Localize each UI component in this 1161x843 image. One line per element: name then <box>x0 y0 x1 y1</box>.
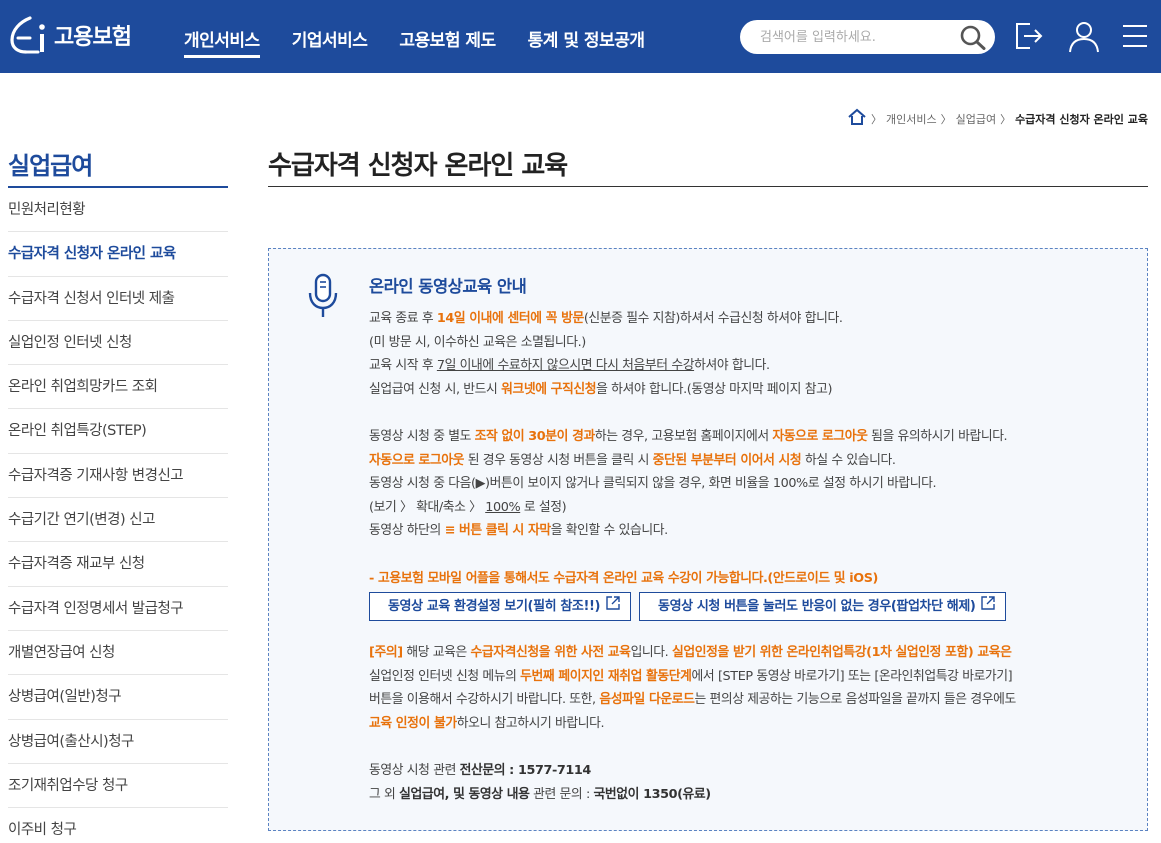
box-title: 온라인 동영상교육 안내 <box>369 277 527 296</box>
mobile-app-note: - 고용보험 모바일 어플을 통해서도 수급자격 온라인 교육 수강이 가능합니… <box>369 570 878 586</box>
logout-icon[interactable] <box>1013 20 1045 56</box>
page-title: 수급자격 신청자 온라인 교육 <box>268 151 568 181</box>
search-box <box>740 20 995 54</box>
sidebar-item-sickness-general[interactable]: 상병급여(일반)청구 <box>8 675 228 720</box>
sidebar-menu: 민원처리현황 수급자격 신청자 온라인 교육 수급자격 신청서 인터넷 제출 실… <box>8 188 228 843</box>
breadcrumb-separator: 〉 <box>870 112 882 126</box>
breadcrumb: 〉 개인서비스 〉 실업급여 〉 수급자격 신청자 온라인 교육 <box>847 108 1148 129</box>
env-settings-button[interactable]: 동영상 교육 환경설정 보기(필히 참조!!) <box>369 592 632 621</box>
sidebar-item-job-hope-card[interactable]: 온라인 취업희망카드 조회 <box>8 365 228 410</box>
breadcrumb-separator: 〉 <box>1000 112 1012 126</box>
notice-line: 동영상 시청 중 별도 조작 없이 30분이 경과하는 경우, 고용보험 홈페이… <box>369 429 1008 444</box>
site-logo[interactable]: 고용보험 <box>8 14 132 56</box>
menu-icon[interactable] <box>1121 22 1149 54</box>
sidebar-item-certificate-reissue[interactable]: 수급자격증 재교부 신청 <box>8 542 228 587</box>
sidebar-item-step-lecture[interactable]: 온라인 취업특강(STEP) <box>8 409 228 454</box>
warning-line: 버튼을 이용해서 수강하시기 바랍니다. 또한, 음성파일 다운로드는 편의상 … <box>369 692 1016 707</box>
notice-line: 자동으로 로그아웃 된 경우 동영상 시청 버튼을 클릭 시 중단된 부분부터 … <box>369 452 896 468</box>
notice-line: (미 방문 시, 이수하신 교육은 소멸됩니다.) <box>369 334 586 350</box>
link-button-row: 동영상 교육 환경설정 보기(필히 참조!!) 동영상 시청 버튼을 눌러도 반… <box>369 592 1129 621</box>
nav-business-services[interactable]: 기업서비스 <box>292 26 368 58</box>
breadcrumb-current: 수급자격 신청자 온라인 교육 <box>1015 112 1148 126</box>
sidebar-item-period-extension[interactable]: 수급기간 연기(변경) 신고 <box>8 498 228 543</box>
notice-line: 실업급여 신청 시, 반드시 워크넷에 구직신청을 하셔야 합니다.(동영상 마… <box>369 381 833 397</box>
title-divider <box>268 186 1148 187</box>
breadcrumb-separator: 〉 <box>940 112 952 126</box>
sidebar-title: 실업급여 <box>8 152 93 180</box>
education-info-box: 온라인 동영상교육 안내 교육 종료 후 14일 이내에 센터에 꼭 방문(신분… <box>268 248 1148 831</box>
top-header: 고용보험 개인서비스 기업서비스 고용보험 제도 통계 및 정보공개 <box>0 0 1161 73</box>
nav-personal-services[interactable]: 개인서비스 <box>184 26 260 58</box>
logo-text: 고용보험 <box>54 25 132 50</box>
user-icon[interactable] <box>1067 20 1101 58</box>
breadcrumb-item[interactable]: 개인서비스 <box>886 111 937 127</box>
sidebar-item-extended-benefit[interactable]: 개별연장급여 신청 <box>8 631 228 676</box>
logo-mark-icon <box>10 16 45 54</box>
popup-unblock-button[interactable]: 동영상 시청 버튼을 눌러도 반응이 없는 경우(팝업차단 해제) <box>639 592 1007 621</box>
notice-line: 동영상 시청 중 다음(▶)버튼이 보이지 않거나 클릭되지 않을 경우, 화면… <box>369 476 937 491</box>
microphone-icon <box>305 273 341 325</box>
sidebar-item-sickness-childbirth[interactable]: 상병급여(출산시)청구 <box>8 720 228 764</box>
contact-line: 동영상 시청 관련 전산문의 : 1577-7114 <box>369 763 591 778</box>
contact-line: 그 외 실업급여, 및 동영상 내용 관련 문의 : 국번없이 1350(유료) <box>369 786 711 802</box>
sidebar-item-claim-status[interactable]: 민원처리현황 <box>8 188 228 233</box>
notice-line: 동영상 하단의 ≡ 버튼 클릭 시 자막을 확인할 수 있습니다. <box>369 523 668 538</box>
warning-line: 교육 인정이 불가하오니 참고하시기 바랍니다. <box>369 715 605 731</box>
sidebar-item-relocation[interactable]: 이주비 청구 <box>8 808 228 843</box>
nav-statistics[interactable]: 통계 및 정보공개 <box>528 26 645 58</box>
external-link-icon <box>606 593 620 620</box>
search-icon[interactable] <box>959 24 987 54</box>
sidebar-item-application-submit[interactable]: 수급자격 신청서 인터넷 제출 <box>8 277 228 321</box>
sidebar-item-statement-request[interactable]: 수급자격 인정명세서 발급청구 <box>8 587 228 631</box>
external-link-icon <box>981 593 996 620</box>
sidebar-item-certificate-change[interactable]: 수급자격증 기재사항 변경신고 <box>8 454 228 499</box>
warning-line: [주의] 해당 교육은 수급자격신청을 위한 사전 교육입니다. 실업인정을 받… <box>369 645 1012 660</box>
sidebar-item-early-reemployment[interactable]: 조기재취업수당 청구 <box>8 764 228 809</box>
notice-line: (보기 〉 확대/축소 〉 100% 로 설정) <box>369 499 567 515</box>
box-body: 교육 종료 후 14일 이내에 센터에 꼭 방문(신분증 필수 지참)하셔서 수… <box>369 307 1129 806</box>
notice-line: 교육 시작 후 7일 이내에 수료하지 않으시면 다시 처음부터 수강하셔야 합… <box>369 358 770 373</box>
nav-insurance-system[interactable]: 고용보험 제도 <box>399 26 496 58</box>
search-input[interactable] <box>760 27 950 47</box>
sidebar-item-online-education[interactable]: 수급자격 신청자 온라인 교육 <box>8 232 228 277</box>
breadcrumb-item[interactable]: 실업급여 <box>956 111 996 127</box>
sidebar-item-unemployment-recognition[interactable]: 실업인정 인터넷 신청 <box>8 321 228 366</box>
notice-line: 교육 종료 후 14일 이내에 센터에 꼭 방문(신분증 필수 지참)하셔서 수… <box>369 311 843 326</box>
home-icon[interactable] <box>847 108 867 129</box>
global-nav: 개인서비스 기업서비스 고용보험 제도 통계 및 정보공개 <box>184 26 677 58</box>
warning-line: 실업인정 인터넷 신청 메뉴의 두번째 페이지인 재취업 활동단계에서 [STE… <box>369 668 1013 684</box>
